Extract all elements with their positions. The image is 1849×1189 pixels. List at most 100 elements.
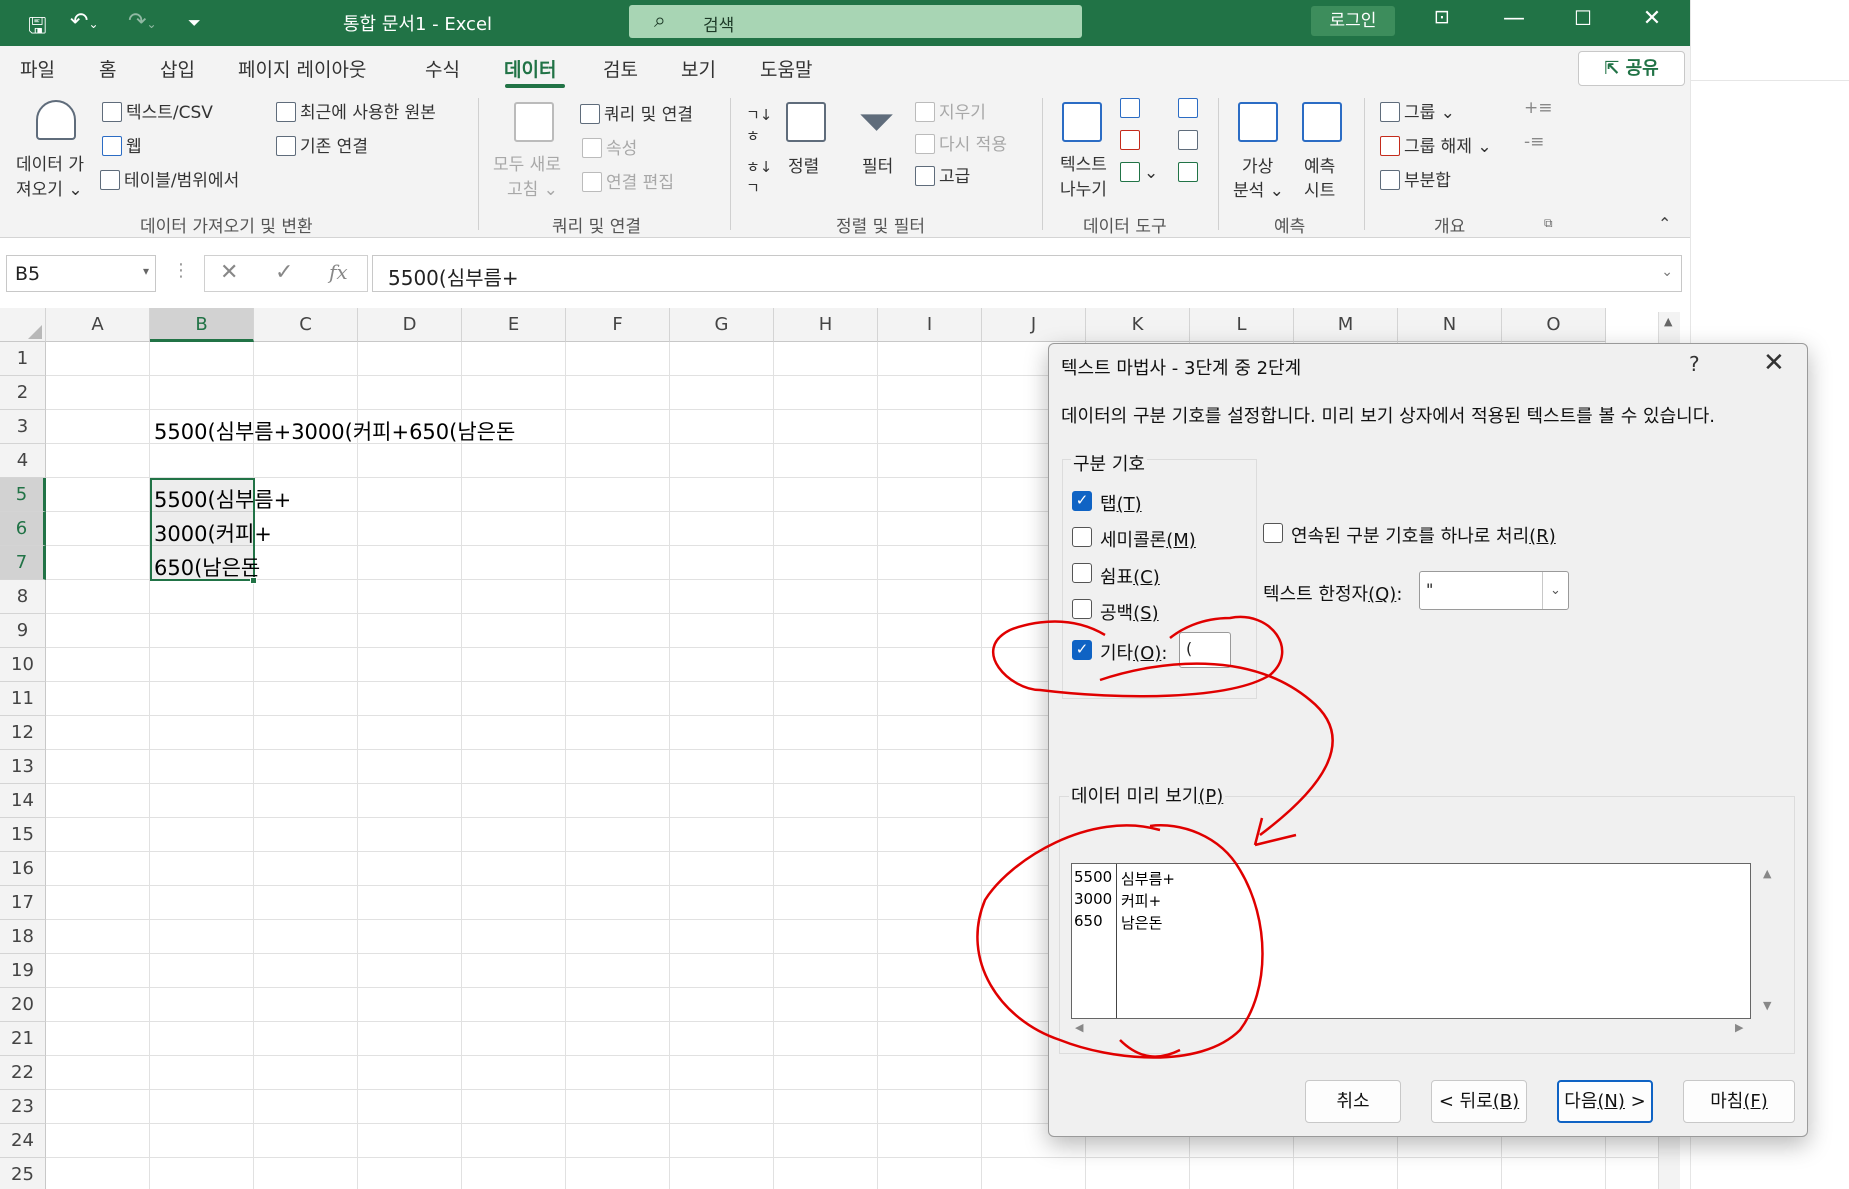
web-button[interactable]: 웹 (102, 132, 142, 157)
other-checkbox[interactable]: ✓ (1072, 640, 1092, 660)
other-label[interactable]: 기타(O): (1100, 639, 1167, 665)
what-if-button[interactable]: 가상 (1242, 152, 1273, 177)
refresh-all-button[interactable]: 모두 새로 (493, 150, 561, 175)
row-header-19[interactable]: 19 (0, 954, 46, 988)
row-header-13[interactable]: 13 (0, 750, 46, 784)
text-to-columns-button-line2[interactable]: 나누기 (1060, 175, 1107, 200)
column-header-K[interactable]: K (1086, 308, 1190, 342)
data-model-button[interactable] (1178, 162, 1202, 183)
space-checkbox[interactable] (1072, 599, 1092, 619)
row-header-6[interactable]: 6 (0, 512, 46, 546)
insert-function-icon[interactable]: fx (329, 260, 348, 284)
tab-label[interactable]: 탭(T) (1100, 490, 1142, 516)
scroll-up-icon[interactable]: ▲ (1664, 315, 1672, 328)
collapse-ribbon-icon[interactable]: ⌃ (1658, 214, 1671, 233)
cell-B3[interactable]: 5500(심부름+3000(커피+650(남은돈 (154, 416, 515, 446)
back-button[interactable]: < 뒤로(B) (1431, 1080, 1527, 1123)
refresh-all-button-line2[interactable]: 고침 ⌄ (507, 175, 558, 200)
data-validation-button[interactable]: ⌄ (1120, 162, 1158, 183)
sort-ascending-button[interactable]: ㄱ↓ ㅎ (746, 104, 772, 146)
row-header-11[interactable]: 11 (0, 682, 46, 716)
scroll-down-icon[interactable]: ▼ (1763, 999, 1771, 1012)
relationships-button[interactable] (1178, 130, 1202, 151)
consecutive-delimiters-checkbox[interactable] (1263, 523, 1283, 543)
row-header-2[interactable]: 2 (0, 376, 46, 410)
undo-icon[interactable]: ↶⌄ (70, 9, 99, 34)
column-header-F[interactable]: F (566, 308, 670, 342)
row-header-18[interactable]: 18 (0, 920, 46, 954)
finish-button[interactable]: 마침(F) (1683, 1080, 1795, 1123)
next-button[interactable]: 다음(N) > (1557, 1080, 1653, 1123)
other-delimiter-input[interactable]: ( (1179, 632, 1231, 668)
help-icon[interactable]: ? (1689, 352, 1700, 376)
row-header-16[interactable]: 16 (0, 852, 46, 886)
column-header-J[interactable]: J (982, 308, 1086, 342)
column-header-M[interactable]: M (1294, 308, 1398, 342)
column-header-N[interactable]: N (1398, 308, 1502, 342)
outline-settings-icon[interactable]: ⧉ (1544, 216, 1553, 231)
comma-label[interactable]: 쉼표(C) (1100, 563, 1160, 589)
row-header-24[interactable]: 24 (0, 1124, 46, 1158)
column-header-G[interactable]: G (670, 308, 774, 342)
row-header-3[interactable]: 3 (0, 410, 46, 444)
column-header-O[interactable]: O (1502, 308, 1606, 342)
row-header-25[interactable]: 25 (0, 1158, 46, 1189)
tab-formulas[interactable]: 수식 (425, 55, 460, 82)
row-header-1[interactable]: 1 (0, 342, 46, 376)
scroll-right-icon[interactable]: ▶ (1735, 1021, 1743, 1034)
row-header-20[interactable]: 20 (0, 988, 46, 1022)
share-button[interactable]: ⇱ 공유 (1578, 51, 1685, 86)
text-qualifier-select[interactable]: " ⌄ (1419, 571, 1569, 610)
column-header-L[interactable]: L (1190, 308, 1294, 342)
tab-file[interactable]: 파일 (20, 55, 55, 82)
flash-fill-button[interactable] (1120, 98, 1144, 119)
row-header-23[interactable]: 23 (0, 1090, 46, 1124)
column-header-C[interactable]: C (254, 308, 358, 342)
column-header-I[interactable]: I (878, 308, 982, 342)
space-label[interactable]: 공백(S) (1100, 599, 1159, 625)
row-header-17[interactable]: 17 (0, 886, 46, 920)
column-header-D[interactable]: D (358, 308, 462, 342)
text-csv-button[interactable]: 텍스트/CSV (102, 98, 213, 123)
row-header-22[interactable]: 22 (0, 1056, 46, 1090)
row-header-12[interactable]: 12 (0, 716, 46, 750)
row-header-4[interactable]: 4 (0, 444, 46, 478)
existing-connections-button[interactable]: 기존 연결 (276, 132, 368, 157)
row-header-8[interactable]: 8 (0, 580, 46, 614)
tab-help[interactable]: 도움말 (760, 55, 812, 82)
tab-checkbox[interactable]: ✓ (1072, 491, 1092, 511)
tab-review[interactable]: 검토 (603, 55, 638, 82)
tab-page-layout[interactable]: 페이지 레이아웃 (238, 55, 366, 82)
cell-B7[interactable]: 650(남은돈 (154, 552, 260, 582)
cell-B6[interactable]: 3000(커피+ (154, 518, 272, 548)
customize-qat-icon[interactable]: ⏷ (188, 13, 201, 33)
properties-button[interactable]: 속성 (582, 134, 637, 159)
what-if-button-line2[interactable]: 분석 ⌄ (1233, 176, 1284, 201)
formula-input[interactable]: 5500(심부름+ ⌄ (372, 255, 1682, 292)
reapply-button[interactable]: 다시 적용 (915, 130, 1007, 155)
clear-button[interactable]: 지우기 (915, 98, 986, 123)
tab-insert[interactable]: 삽입 (160, 55, 195, 82)
ungroup-button[interactable]: 그룹 해제 ⌄ (1380, 132, 1492, 157)
hide-detail-icon[interactable]: -≡ (1524, 132, 1544, 152)
enter-entry-icon[interactable]: ✓ (275, 260, 293, 285)
cell-B5[interactable]: 5500(심부름+ (154, 484, 291, 514)
cancel-entry-icon[interactable]: ✕ (220, 260, 238, 285)
text-to-columns-button[interactable]: 텍스트 (1060, 150, 1107, 175)
get-data-button[interactable]: 데이터 가 (16, 150, 84, 175)
data-preview[interactable]: 5500 심부름+ 3000 커피+ 650 남은돈 (1071, 863, 1751, 1019)
minimize-icon[interactable]: — (1494, 6, 1534, 36)
tab-home[interactable]: 홈 (99, 55, 116, 82)
scroll-up-icon[interactable]: ▲ (1763, 867, 1771, 880)
row-header-10[interactable]: 10 (0, 648, 46, 682)
close-icon[interactable]: ✕ (1632, 6, 1672, 36)
forecast-sheet-button-line2[interactable]: 시트 (1304, 176, 1335, 201)
select-all-corner[interactable] (0, 308, 46, 342)
semicolon-label[interactable]: 세미콜론(M) (1100, 526, 1196, 552)
preview-vertical-scrollbar[interactable]: ▲ ▼ (1759, 863, 1781, 1019)
recent-sources-button[interactable]: 최근에 사용한 원본 (276, 98, 436, 123)
remove-duplicates-button[interactable] (1120, 130, 1144, 151)
expand-formula-icon[interactable]: ⌄ (1661, 264, 1673, 280)
column-header-B[interactable]: B (150, 308, 254, 342)
save-icon[interactable]: 🖫 (28, 9, 47, 47)
